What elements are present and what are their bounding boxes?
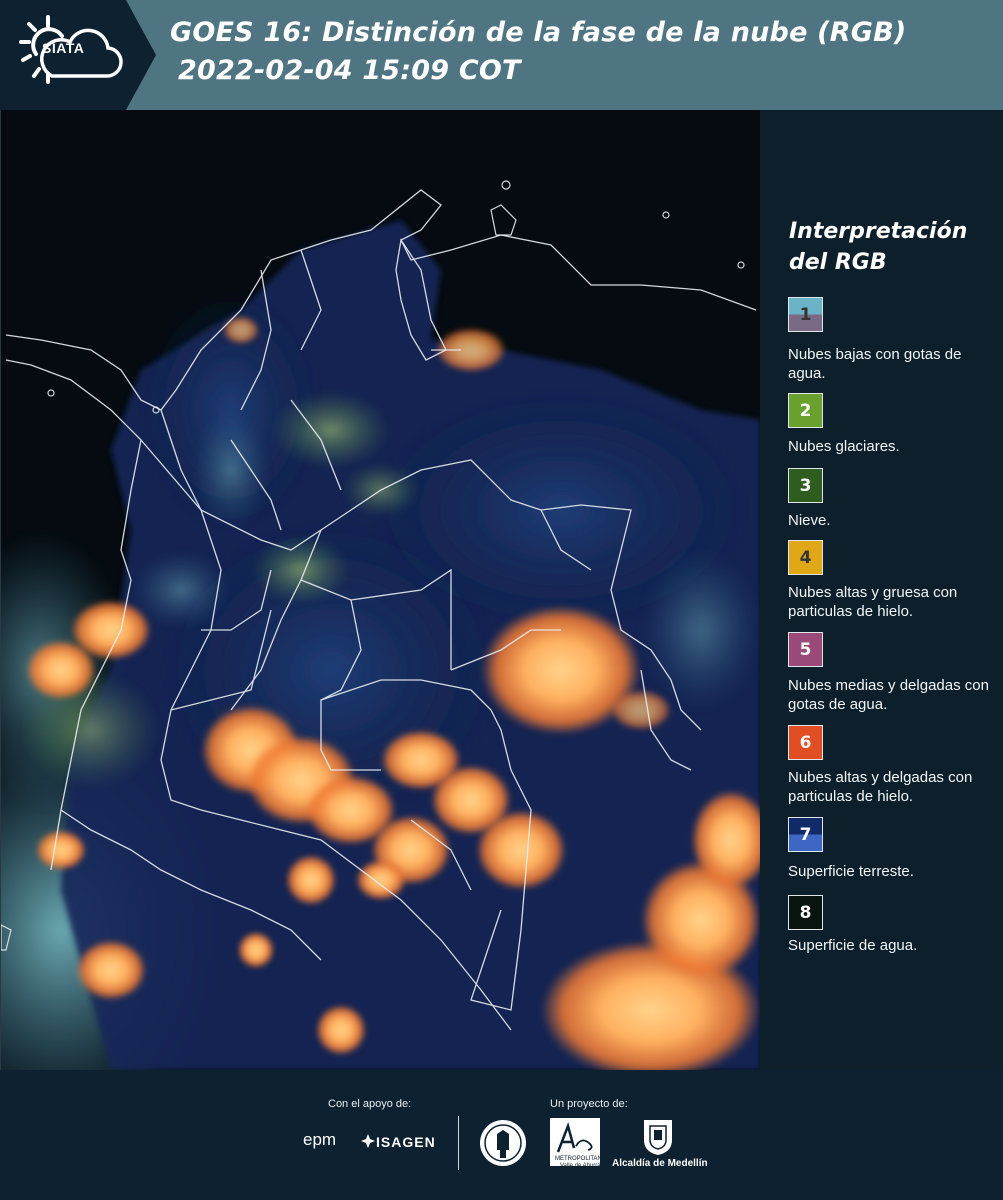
legend-title-line-2: del RGB <box>789 250 887 275</box>
legend-label: Nubes glaciares. <box>788 438 900 455</box>
legend-swatch-7: 7 <box>788 817 823 852</box>
legend-title-line-1: Interpretación <box>789 219 968 244</box>
legend-label: Nubes altas y gruesa con particulas de h… <box>788 584 958 620</box>
alcaldia-label: Alcaldía de Medellín <box>612 1158 708 1169</box>
metro-text-1: METROPOLITANA <box>555 1156 606 1162</box>
legend-label: Nubes bajas con gotas de agua. <box>788 346 962 382</box>
legend-number: 7 <box>799 824 812 845</box>
header-bar: SIATA GOES 16: Distinción de la fase de … <box>0 0 1003 110</box>
isagen-logo: ISAGEN <box>376 1134 436 1150</box>
legend-number: 6 <box>799 732 812 753</box>
isagen-icon <box>361 1134 375 1148</box>
footer-divider <box>458 1116 459 1170</box>
legend-number: 3 <box>799 475 812 496</box>
legend-panel: Interpretación del RGB 1 Nubes bajas con … <box>760 110 1003 1070</box>
page-title: GOES 16: Distinción de la fase de la nub… <box>170 14 906 90</box>
legend-label: Nubes medias y delgadas con gotas de agu… <box>788 677 989 713</box>
legend-swatch-8: 8 <box>788 895 823 930</box>
seal-icon <box>480 1120 526 1166</box>
legend-swatch-4: 4 <box>788 540 823 575</box>
logo-text: SIATA <box>42 40 85 56</box>
legend-swatch-5: 5 <box>788 632 823 667</box>
logo-arrow-shape <box>126 0 156 110</box>
title-line-2: 2022-02-04 15:09 COT <box>178 55 521 86</box>
legend-number: 5 <box>799 639 812 660</box>
project-label: Un proyecto de: <box>550 1098 628 1110</box>
legend-label: Nubes altas y delgadas con particulas de… <box>788 769 973 805</box>
legend-number: 8 <box>799 902 812 923</box>
rgb-satellite-image <box>1 110 760 1070</box>
legend-label: Nieve. <box>788 512 831 529</box>
satellite-map <box>0 110 760 1070</box>
siata-logo: SIATA <box>0 0 126 110</box>
legend-number: 2 <box>799 400 812 421</box>
title-line-1: GOES 16: Distinción de la fase de la nub… <box>170 17 907 48</box>
epm-logo: epm <box>303 1130 337 1149</box>
legend-swatch-6: 6 <box>788 725 823 760</box>
legend-swatch-3: 3 <box>788 468 823 503</box>
metro-text-2: Valle de Aburrá <box>560 1163 601 1169</box>
legend-title: Interpretación del RGB <box>789 216 967 278</box>
legend-label: Superficie terreste. <box>788 863 914 880</box>
support-label: Con el apoyo de: <box>328 1098 412 1110</box>
legend-number: 1 <box>799 304 812 325</box>
footer-bar: Con el apoyo de: Un proyecto de: epm ISA… <box>0 1070 1003 1200</box>
medellin-shield-icon <box>644 1120 672 1155</box>
legend-swatch-1: 1 <box>788 297 823 332</box>
legend-swatch-2: 2 <box>788 393 823 428</box>
legend-number: 4 <box>799 547 812 568</box>
legend-label: Superficie de agua. <box>788 937 918 954</box>
